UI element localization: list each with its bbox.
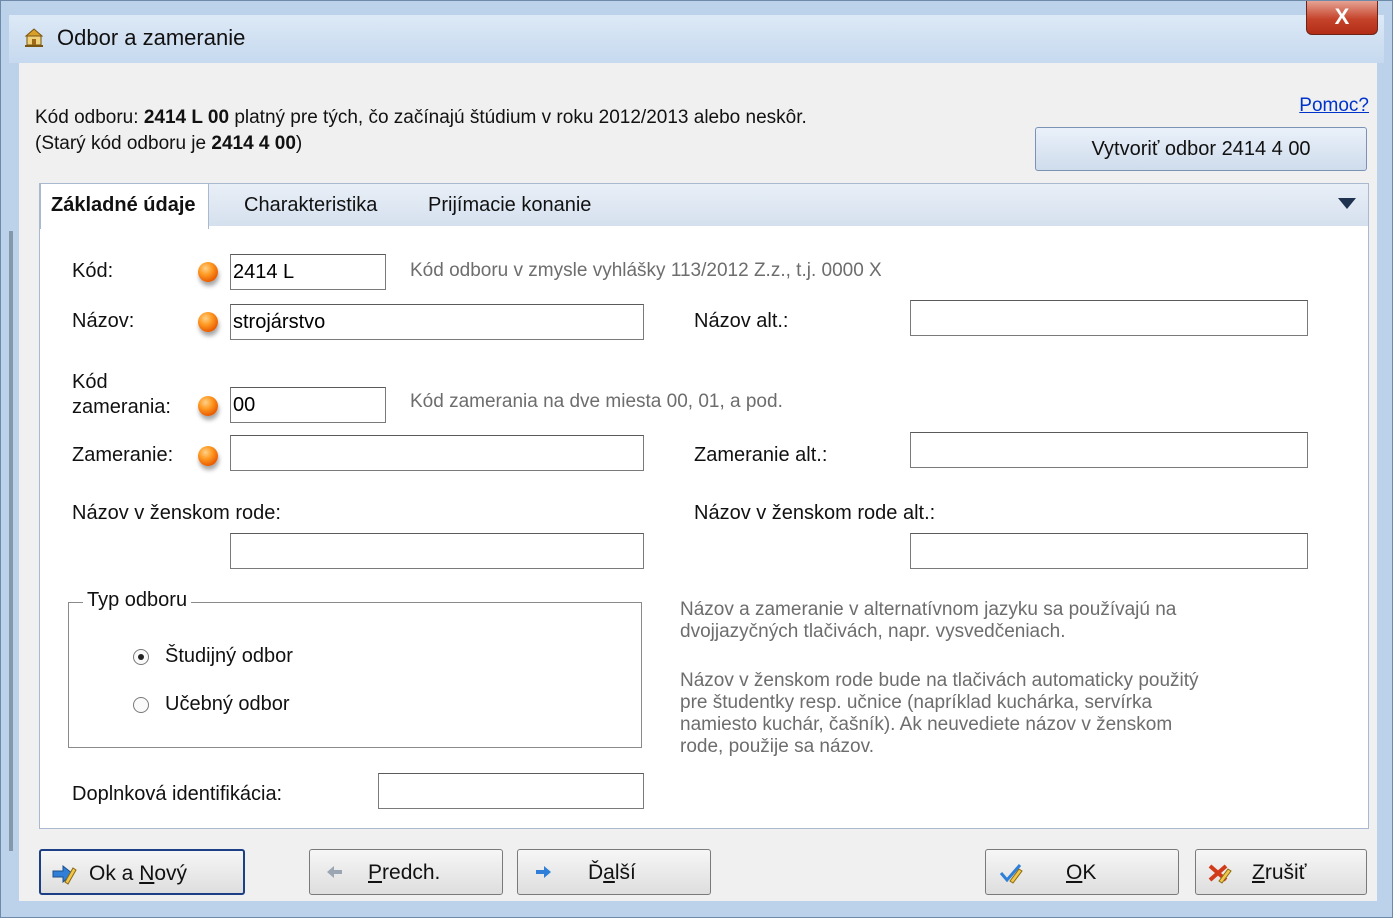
kod-input[interactable]	[230, 254, 386, 290]
ok-text-b: K	[1082, 861, 1097, 884]
ok-a-novy-button[interactable]: Ok a Nový	[39, 849, 245, 895]
zrusit-text-b: rušiť	[1264, 861, 1307, 884]
ok-a-novy-label: Ok a Nový	[89, 862, 187, 886]
typ-odboru-title: Typ odboru	[83, 589, 192, 612]
old-code-line: (Starý kód odboru je 2414 4 00)	[35, 133, 302, 155]
tab-panel-zakladne-udaje: Kód: Kód odboru v zmysle vyhlášky 113/20…	[39, 226, 1369, 829]
tab-overflow-dropdown-icon[interactable]	[1338, 198, 1356, 209]
predch-text-a: P	[368, 861, 383, 884]
nazov-label: Názov:	[72, 310, 135, 332]
zameranie-input[interactable]	[230, 435, 644, 471]
note-line: pre študentky resp. učnice (napríklad ku…	[680, 692, 1153, 713]
nazov-alt-input[interactable]	[910, 300, 1308, 336]
tab-strip: Základné údaje Charakteristika Prijímaci…	[39, 183, 1369, 229]
required-indicator-icon	[198, 446, 218, 466]
predch-button[interactable]: Predch.	[309, 849, 503, 895]
nazov-zensky-alt-label: Názov v ženskom rode alt.:	[694, 502, 936, 524]
note-line: namiesto kuchár, čašník). Ak neuvediete …	[680, 714, 1173, 735]
dalsi-text-c: lší	[614, 861, 636, 884]
kod-zamerania-hint: Kód zamerania na dve miesta 00, 01, a po…	[410, 391, 783, 412]
note-line: Názov a zameranie v alternatívnom jazyku…	[680, 599, 1177, 620]
create-odbor-button[interactable]: Vytvoriť odbor 2414 4 00	[1035, 127, 1367, 171]
dalsi-button[interactable]: Ďalší	[517, 849, 711, 895]
zrusit-button[interactable]: Zrušiť	[1195, 849, 1367, 895]
window-edge	[9, 231, 13, 851]
old-code-value: 2414 4 00	[211, 133, 296, 154]
dialog-client: Kód odboru: 2414 L 00 platný pre tých, č…	[19, 63, 1377, 901]
close-icon: X	[1334, 4, 1350, 29]
ok-check-icon	[999, 864, 1023, 884]
kod-label: Kód:	[72, 260, 114, 282]
nazov-zensky-alt-input[interactable]	[910, 533, 1308, 569]
note-line: dvojjazyčných tlačivách, napr. vysvedčen…	[680, 621, 1066, 642]
app-icon	[24, 28, 44, 47]
ucebny-odbor-label[interactable]: Učebný odbor	[165, 693, 290, 716]
ucebny-odbor-radio[interactable]	[133, 697, 149, 713]
kod-zamerania-input[interactable]	[230, 387, 386, 423]
ok-a-novy-text-b: N	[139, 862, 155, 885]
doplnkova-input[interactable]	[378, 773, 644, 809]
studijny-odbor-radio[interactable]	[133, 649, 149, 665]
code-info-value: 2414 L 00	[143, 107, 230, 128]
kod-zamerania-label-1: Kód	[72, 371, 108, 393]
nazov-input[interactable]	[230, 304, 644, 340]
zameranie-label: Zameranie:	[72, 444, 174, 466]
dalsi-label: Ďalší	[588, 861, 636, 885]
title-bar[interactable]: Odbor a zameranie X	[9, 1, 1384, 63]
close-button[interactable]: X	[1306, 1, 1378, 35]
note-line: Názov v ženskom rode bude na tlačivách a…	[680, 670, 1199, 691]
dalsi-text-a: Ď	[588, 861, 604, 884]
ok-button[interactable]: OK	[985, 849, 1179, 895]
code-info-prefix: Kód odboru:	[35, 107, 144, 128]
tab-charakteristika[interactable]: Charakteristika	[244, 194, 377, 217]
help-link[interactable]: Pomoc?	[1299, 95, 1369, 117]
zameranie-alt-label: Zameranie alt.:	[694, 444, 828, 466]
code-info-suffix: platný pre tých, čo začínajú štúdium v r…	[229, 107, 807, 128]
required-indicator-icon	[198, 262, 218, 282]
doplnkova-label: Doplnková identifikácia:	[72, 783, 283, 805]
old-code-suffix: )	[295, 133, 303, 154]
required-indicator-icon	[198, 312, 218, 332]
ok-label: OK	[1066, 861, 1096, 885]
predch-text-b: redch.	[382, 861, 441, 884]
ok-a-novy-text-c: ový	[154, 862, 188, 885]
alternative-language-note: Názov a zameranie v alternatívnom jazyku…	[680, 599, 1176, 643]
studijny-odbor-label[interactable]: Študijný odbor	[165, 645, 293, 668]
nazov-zensky-label: Názov v ženskom rode:	[72, 502, 281, 524]
feminine-name-note: Názov v ženskom rode bude na tlačivách a…	[680, 670, 1199, 758]
zrusit-label: Zrušiť	[1252, 861, 1307, 885]
dalsi-text-b: a	[603, 861, 615, 884]
note-line: rode, použije sa názov.	[680, 736, 874, 757]
cancel-icon	[1208, 864, 1232, 884]
dialog-window: Odbor a zameranie X Kód odboru: 2414 L 0…	[0, 0, 1393, 918]
nazov-zensky-input[interactable]	[230, 533, 644, 569]
tab-zakladne-udaje[interactable]: Základné údaje	[40, 183, 209, 229]
arrow-right-icon	[536, 866, 551, 878]
nazov-alt-label: Názov alt.:	[694, 310, 789, 332]
ok-text-a: O	[1066, 861, 1083, 884]
typ-odboru-group: Typ odboru Študijný odbor Učebný odbor	[68, 589, 642, 748]
code-info-line: Kód odboru: 2414 L 00 platný pre tých, č…	[35, 107, 807, 129]
save-new-icon	[52, 864, 77, 885]
zrusit-text-a: Z	[1252, 861, 1265, 884]
zameranie-alt-input[interactable]	[910, 432, 1308, 468]
tab-prijimacie-konanie[interactable]: Prijímacie konanie	[428, 194, 591, 217]
arrow-left-icon	[327, 866, 342, 878]
old-code-prefix: (Starý kód odboru je	[35, 133, 212, 154]
kod-zamerania-label-2: zamerania:	[72, 396, 171, 418]
required-indicator-icon	[198, 396, 218, 416]
window-title: Odbor a zameranie	[57, 25, 246, 50]
ok-a-novy-text-a: Ok a	[89, 862, 140, 885]
kod-hint: Kód odboru v zmysle vyhlášky 113/2012 Z.…	[410, 260, 882, 281]
predch-label: Predch.	[368, 861, 440, 885]
